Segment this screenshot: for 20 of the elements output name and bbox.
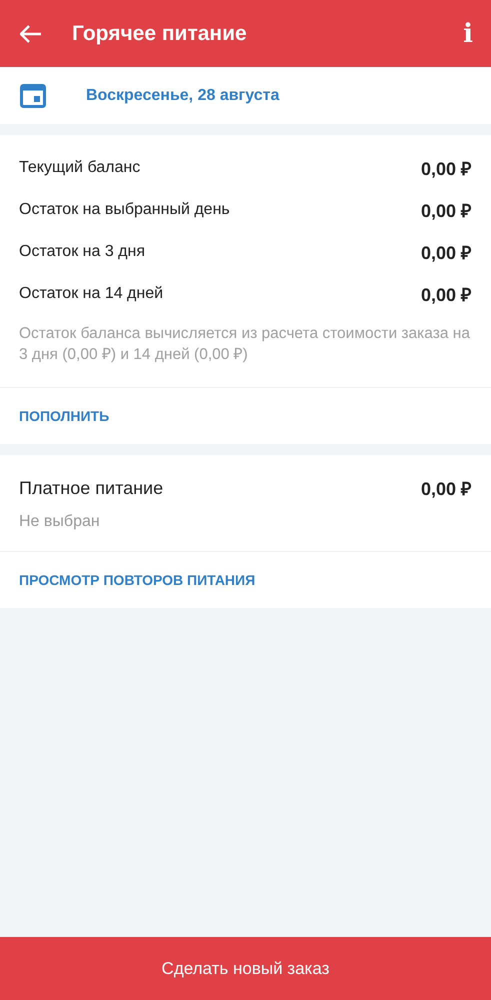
balance-value: 0,00 ₽ <box>420 242 471 264</box>
paid-meals-value: 0,00 ₽ <box>420 478 471 500</box>
date-selector[interactable]: Воскресенье, 28 августа <box>86 86 280 104</box>
balance-note: Остаток баланса вычисляется из расчета стоимости заказа на 3 дня (0,00 ₽) и 14 дней (0,00 ₽) <box>18 324 471 365</box>
balance-label: Остаток на 14 дней <box>19 285 164 303</box>
new-order-button[interactable]: Сделать новый заказ <box>0 937 491 1000</box>
balance-value: 0,00 ₽ <box>420 158 471 180</box>
balance-label: Остаток на 3 дня <box>19 243 145 261</box>
balance-label: Текущий баланс <box>19 159 140 177</box>
balance-label: Остаток на выбранный день <box>19 201 230 219</box>
top-up-link[interactable]: ПОПОЛНИТЬ <box>0 387 491 444</box>
back-arrow-icon[interactable] <box>20 24 42 42</box>
calendar-icon[interactable] <box>20 84 46 108</box>
paid-meals-title: Платное питание <box>19 478 164 498</box>
balance-value: 0,00 ₽ <box>420 200 471 222</box>
meal-repeats-link[interactable]: ПРОСМОТР ПОВТОРОВ ПИТАНИЯ <box>0 551 491 608</box>
info-button[interactable]: i <box>463 18 473 48</box>
balance-value: 0,00 ₽ <box>420 284 471 306</box>
paid-meals-status: Не выбран <box>18 512 101 532</box>
screen-title: Горячее питание <box>72 22 248 46</box>
